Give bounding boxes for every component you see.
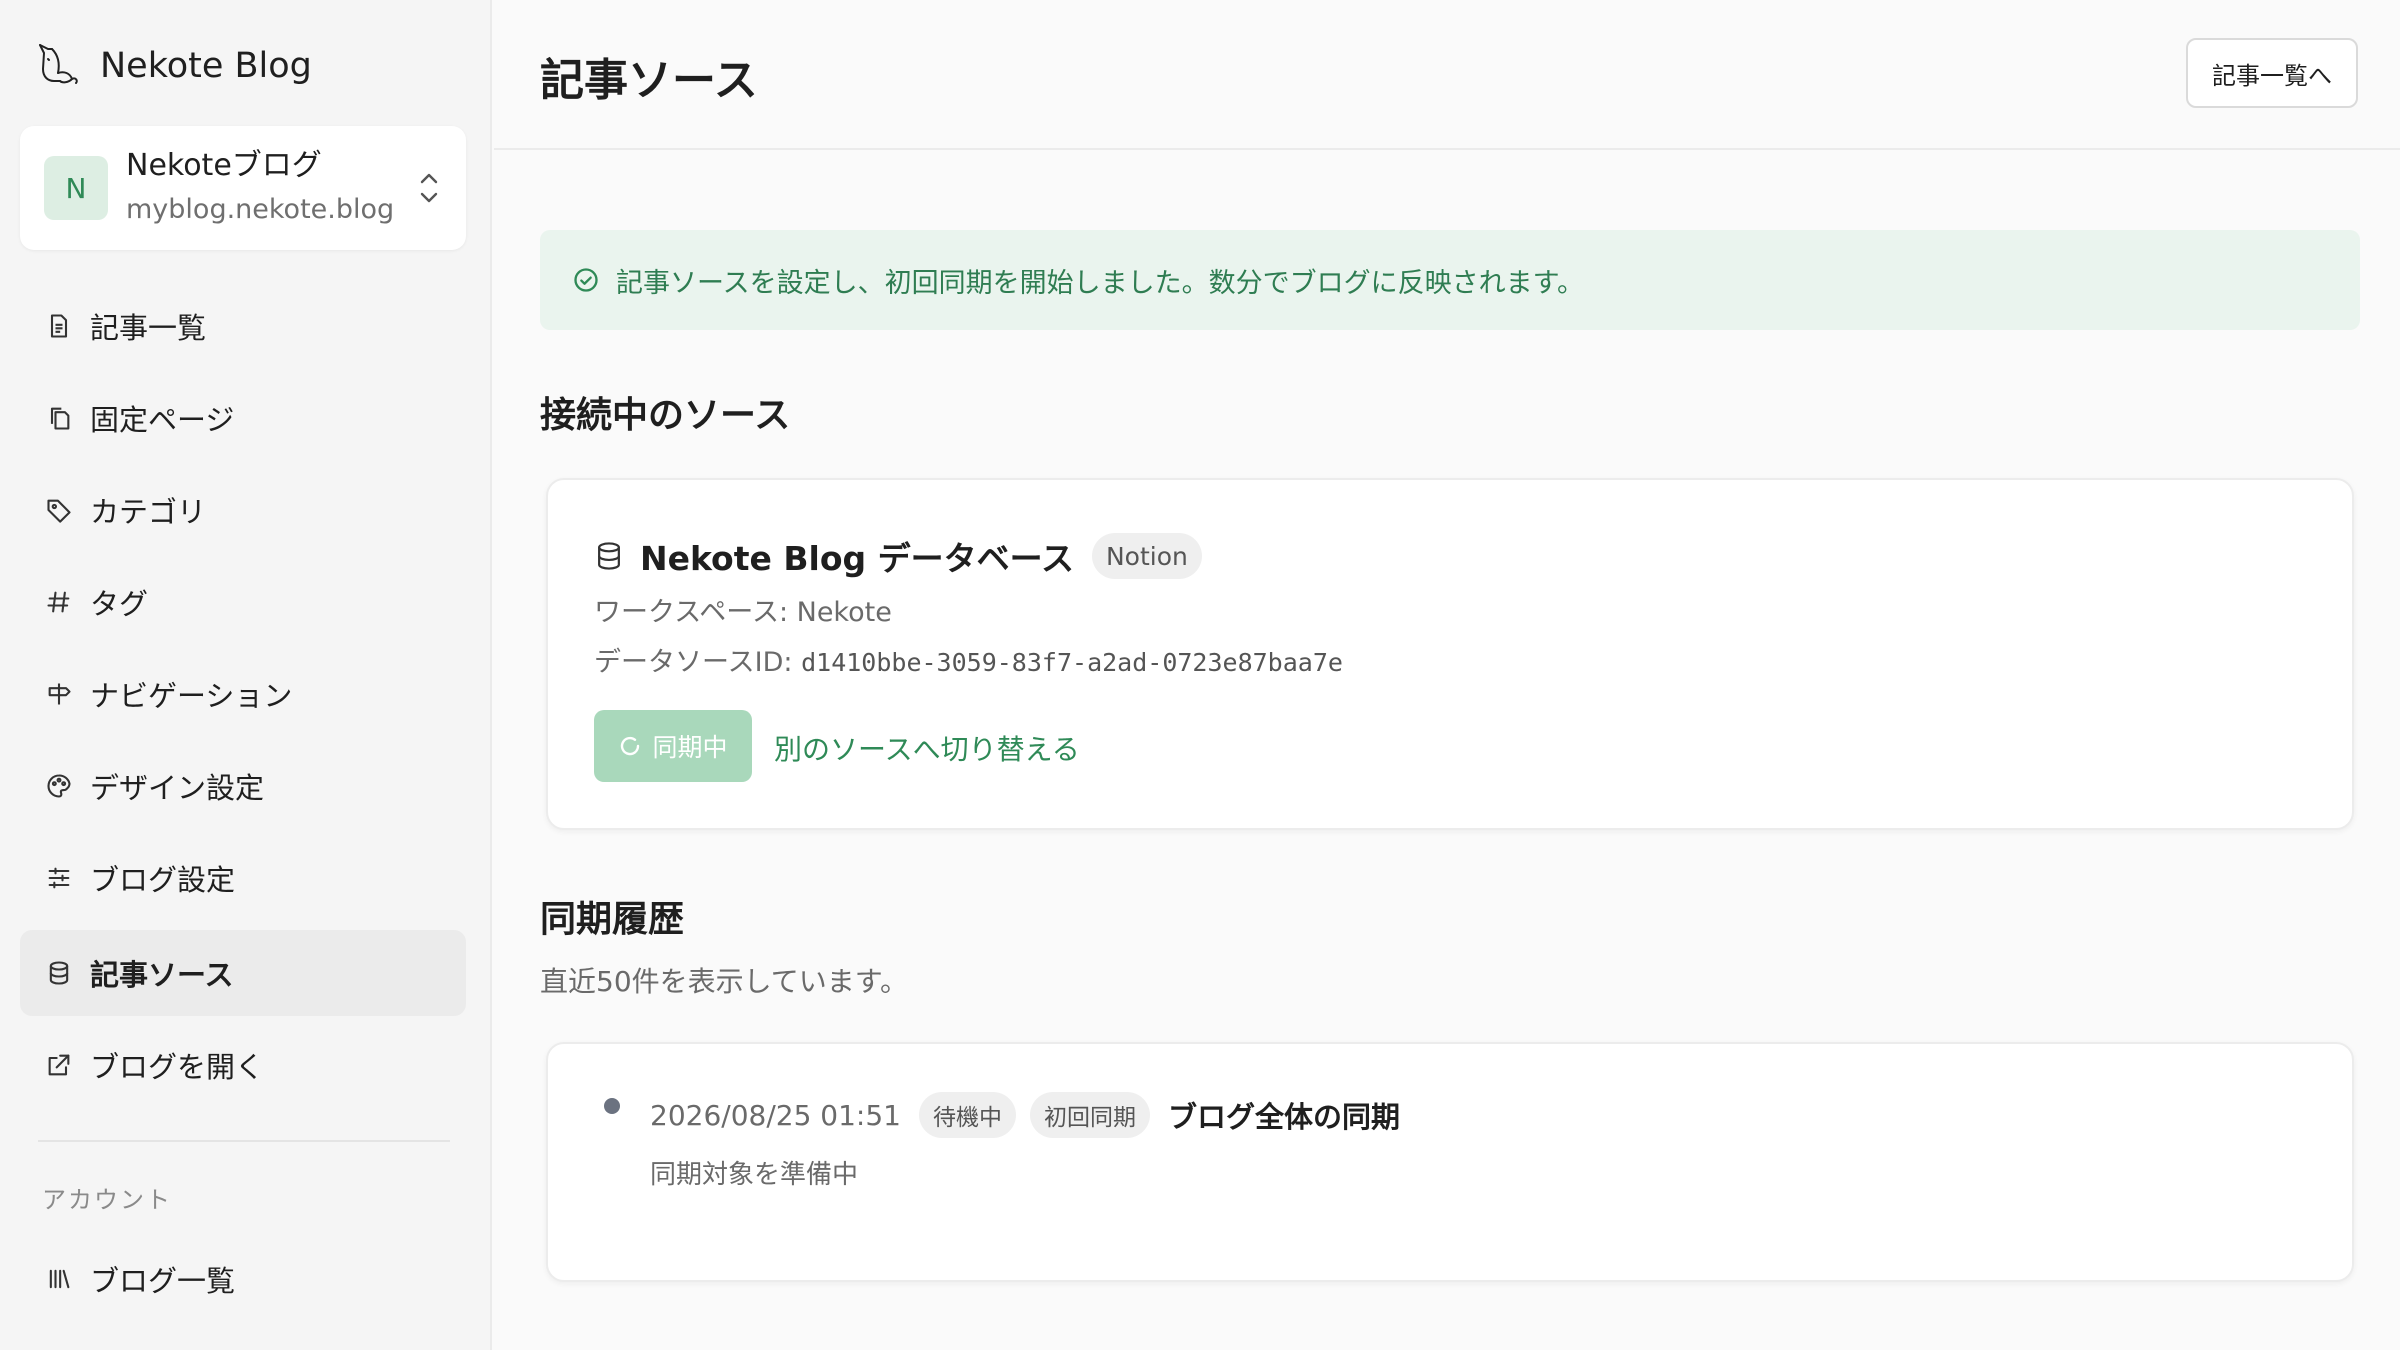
sidebar-item-label: 記事ソース [90, 958, 234, 992]
datasource-label: データソースID: [594, 647, 802, 678]
blog-avatar: N [44, 156, 108, 220]
history-detail: 同期対象を準備中 [650, 1160, 859, 1190]
sliders-icon [44, 863, 74, 893]
history-entry: 2026/08/25 01:51 待機中 初回同期 ブログ全体の同期 [650, 1092, 1400, 1138]
sidebar-item-label: ブログ設定 [90, 863, 236, 897]
sidebar-item-label: 記事一覧 [90, 311, 207, 345]
hash-icon [44, 587, 74, 617]
sidebar-item-blog-list[interactable]: ブログ一覧 [20, 1236, 466, 1322]
sidebar-item-label: カテゴリ [90, 495, 207, 529]
sync-history-heading: 同期履歴 [540, 899, 685, 940]
sidebar-item-label: ブログ一覧 [90, 1264, 236, 1298]
sidebar-item-label: 固定ページ [90, 403, 235, 437]
connected-source-heading: 接続中のソース [540, 395, 791, 436]
sidebar-item-sources[interactable]: 記事ソース [20, 930, 466, 1016]
sidebar-item-pages[interactable]: 固定ページ [20, 375, 466, 461]
datasource-line: データソースID: d1410bbe-3059-83f7-a2ad-0723e8… [594, 640, 1343, 679]
source-name: Nekote Blog データベース [640, 539, 1074, 578]
spinner-icon [621, 736, 640, 756]
main-content: 記事ソース 記事一覧へ 記事ソースを設定し、初回同期を開始しました。数分でブログ… [494, 0, 2400, 1350]
sidebar-item-label: ブログを開く [90, 1050, 265, 1084]
blog-name: Nekoteブログ [126, 148, 322, 183]
page-header: 記事ソース 記事一覧へ [494, 0, 2400, 150]
database-icon [44, 958, 74, 988]
blog-switcher[interactable]: N Nekoteブログ myblog.nekote.blog [20, 126, 466, 250]
chevron-up-down-icon [420, 173, 438, 203]
switch-source-link[interactable]: 別のソースへ切り替える [774, 728, 1080, 768]
sidebar-item-blog-settings[interactable]: ブログ設定 [20, 835, 466, 921]
brand[interactable]: Nekote Blog [34, 38, 312, 94]
sidebar-item-label: デザイン設定 [90, 771, 265, 805]
sidebar-divider [38, 1140, 450, 1142]
sidebar-item-tags[interactable]: タグ [20, 559, 466, 645]
alert-text: 記事ソースを設定し、初回同期を開始しました。数分でブログに反映されます。 [616, 267, 1584, 299]
success-alert: 記事ソースを設定し、初回同期を開始しました。数分でブログに反映されます。 [540, 230, 2360, 330]
datasource-id: d1410bbe-3059-83f7-a2ad-0723e87baa7e [801, 648, 1343, 677]
cat-logo-icon [34, 39, 84, 93]
syncing-button[interactable]: 同期中 [594, 710, 752, 782]
sidebar: Nekote Blog N Nekoteブログ myblog.nekote.bl… [0, 0, 492, 1350]
signpost-icon [44, 679, 74, 709]
workspace-text: ワークスペース: Nekote [594, 597, 892, 628]
blog-domain: myblog.nekote.blog [126, 194, 395, 225]
sidebar-item-posts[interactable]: 記事一覧 [20, 283, 466, 369]
pages-icon [44, 403, 74, 433]
provider-badge: Notion [1091, 533, 1202, 579]
history-title: ブログ全体の同期 [1167, 1100, 1400, 1134]
sync-button-label: 同期中 [652, 733, 728, 762]
status-dot [604, 1098, 620, 1114]
back-to-posts-button[interactable]: 記事一覧へ [2186, 38, 2358, 108]
sidebar-item-label: ナビゲーション [90, 679, 293, 713]
status-badge: 待機中 [918, 1092, 1016, 1138]
history-time: 2026/08/25 01:51 [650, 1098, 901, 1132]
sidebar-item-open-blog[interactable]: ブログを開く [20, 1022, 466, 1108]
source-card: Nekote Blog データベース Notion ワークスペース: Nekot… [546, 478, 2354, 830]
sidebar-item-design[interactable]: デザイン設定 [20, 743, 466, 829]
account-section-label: アカウント [42, 1186, 172, 1214]
sidebar-item-navigation[interactable]: ナビゲーション [20, 651, 466, 737]
page-title: 記事ソース [540, 55, 758, 106]
sidebar-item-categories[interactable]: カテゴリ [20, 467, 466, 553]
sidebar-item-label: タグ [90, 587, 149, 621]
sync-history-subtitle: 直近50件を表示しています。 [540, 965, 908, 998]
document-icon [44, 311, 74, 341]
check-circle-icon [574, 268, 598, 292]
sync-history-card: 2026/08/25 01:51 待機中 初回同期 ブログ全体の同期 同期対象を… [546, 1042, 2354, 1282]
library-icon [44, 1264, 74, 1294]
palette-icon [44, 771, 74, 801]
kind-badge: 初回同期 [1029, 1092, 1150, 1138]
external-link-icon [44, 1050, 74, 1080]
brand-name: Nekote Blog [100, 46, 312, 86]
tag-icon [44, 495, 74, 525]
database-icon [598, 542, 620, 570]
